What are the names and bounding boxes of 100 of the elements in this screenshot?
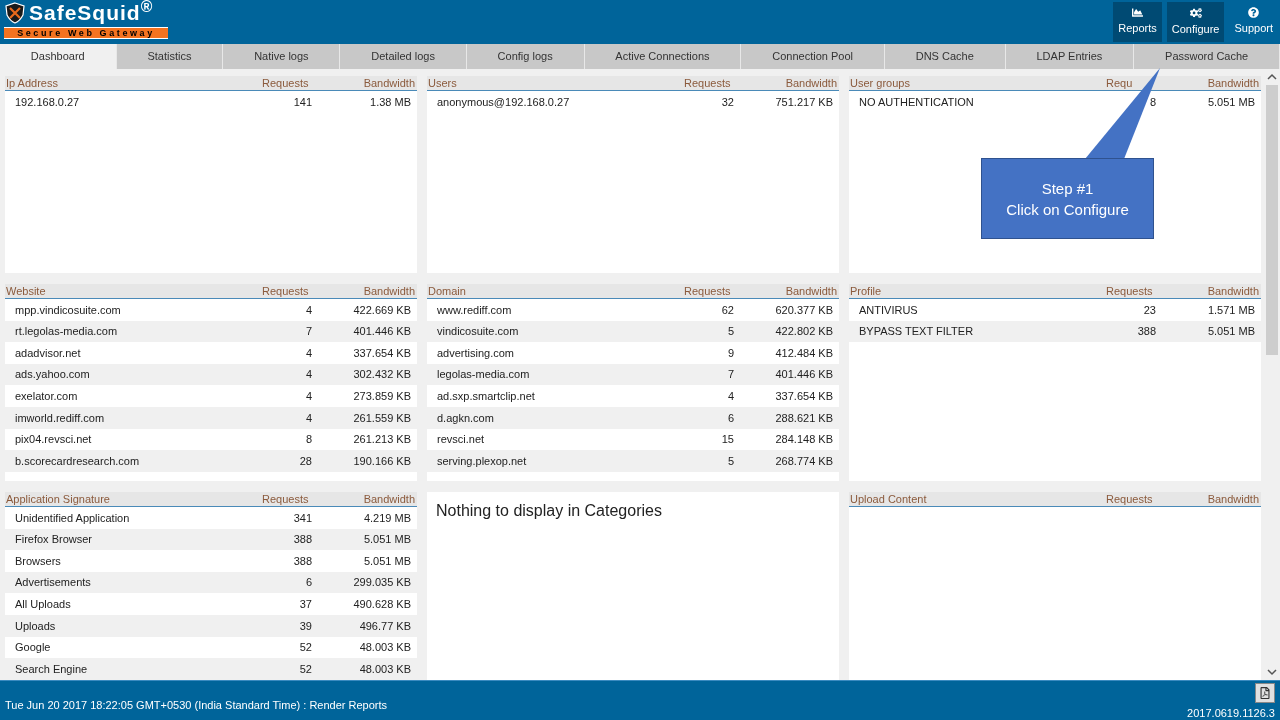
column-header: Bandwidth	[363, 76, 415, 89]
table-cell: 288.621 KB	[775, 411, 833, 424]
tab[interactable]: Connection Pool	[741, 44, 885, 69]
table-cell-text: Uploads	[14, 618, 57, 634]
table-cell-text: vindicosuite.com	[436, 324, 520, 340]
column-header: Bandwidth	[785, 284, 837, 297]
scroll-up-icon[interactable]	[1267, 73, 1277, 81]
column-header: Bandwidth	[363, 492, 415, 505]
table-cell: 337.654 KB	[775, 389, 833, 402]
table-cell-text: Search Engine	[14, 661, 89, 677]
table-cell: 490.628 KB	[353, 597, 411, 610]
pdf-icon	[1259, 687, 1271, 699]
table-cell-text: Firefox Browser	[14, 532, 94, 548]
table-cell: 261.559 KB	[353, 411, 411, 424]
table-cell: 261.213 KB	[353, 433, 411, 446]
callout-text: Click on Configure	[1006, 199, 1129, 220]
table-cell: 6	[727, 411, 734, 424]
table-cell: 284.148 KB	[775, 433, 833, 446]
table-cell: 4	[305, 411, 312, 424]
tab[interactable]: Password Cache	[1134, 44, 1280, 69]
table-cell: 5.051 MB	[363, 533, 411, 546]
table-cell: 23	[1143, 303, 1156, 316]
configure-button[interactable]: Configure	[1166, 2, 1225, 42]
column-header: Domain	[427, 284, 467, 299]
table-cell: 4	[305, 389, 312, 402]
chart-icon	[1132, 7, 1143, 19]
help-icon	[1248, 7, 1260, 19]
table-cell: 751.217 KB	[775, 95, 833, 108]
scrollbar-thumb[interactable]	[1266, 85, 1278, 355]
table-cell: 401.446 KB	[775, 368, 833, 381]
column-header: Requests	[1106, 284, 1153, 297]
tab[interactable]: Active Connections	[584, 44, 742, 69]
column-header: Ip Address	[5, 76, 59, 91]
table-cell: 268.774 KB	[775, 454, 833, 467]
logo-text: SafeSquid$^{®}$	[29, 2, 154, 24]
table-cell-text: ANTIVIRUS	[858, 302, 919, 318]
column-header: Bandwidth	[363, 284, 415, 297]
column-header: Profile	[849, 284, 883, 299]
table-cell-text: All Uploads	[14, 596, 72, 612]
table-cell: 37	[299, 597, 312, 610]
table-cell-text: BYPASS TEXT FILTER	[858, 324, 975, 340]
reports-button[interactable]: Reports	[1113, 2, 1162, 42]
column-header: Requests	[684, 76, 731, 89]
table-cell: 496.77 KB	[359, 619, 411, 632]
table-cell: 341	[293, 511, 312, 524]
table-cell-text: imworld.rediff.com	[14, 410, 106, 426]
scroll-down-icon[interactable]	[1267, 668, 1277, 676]
table-cell: 8	[1149, 95, 1156, 108]
table-cell: 5.051 MB	[363, 554, 411, 567]
column-header: Bandwidth	[1207, 284, 1259, 297]
table-cell-text: ad.sxp.smartclip.net	[436, 388, 536, 404]
table-cell: 422.669 KB	[353, 303, 411, 316]
table-cell: 52	[299, 641, 312, 654]
table-cell: 48.003 KB	[359, 662, 411, 675]
table-cell-text: Google	[14, 640, 52, 656]
table-cell: 62	[721, 303, 734, 316]
tab[interactable]: Config logs	[466, 44, 585, 69]
support-button[interactable]: Support	[1229, 2, 1278, 42]
table-cell: 388	[1137, 325, 1156, 338]
logo-tagline: Secure Web Gateway	[4, 27, 168, 39]
table-cell-text: rt.legolas-media.com	[14, 324, 119, 340]
tab[interactable]: Detailed logs	[340, 44, 467, 69]
table-cell: 620.377 KB	[775, 303, 833, 316]
table-cell: 337.654 KB	[353, 346, 411, 359]
table-cell: 15	[721, 433, 734, 446]
table-cell: 52	[299, 662, 312, 675]
tab[interactable]: Native logs	[223, 44, 341, 69]
tab[interactable]: LDAP Entries	[1005, 44, 1135, 69]
table-cell: 141	[293, 95, 312, 108]
table-cell: 1.38 MB	[370, 95, 411, 108]
shield-logo-icon	[4, 2, 26, 24]
column-header: Requests	[262, 284, 309, 297]
table-cell: 190.166 KB	[353, 454, 411, 467]
column-header: Application Signature	[5, 492, 111, 507]
table-cell-text: legolas-media.com	[436, 367, 531, 383]
table-cell: 273.859 KB	[353, 389, 411, 402]
table-cell-text: exelator.com	[14, 388, 79, 404]
pdf-button[interactable]	[1255, 683, 1275, 703]
table-cell-text: Advertisements	[14, 575, 92, 591]
table-cell: 9	[727, 346, 734, 359]
tab[interactable]: Statistics	[116, 44, 224, 69]
column-header: Upload Content	[849, 492, 928, 507]
table-cell-text: adadvisor.net	[14, 345, 82, 361]
table-cell-text: Browsers	[14, 553, 62, 569]
table-cell: 7	[727, 368, 734, 381]
status-text: Tue Jun 20 2017 18:22:05 GMT+0530 (India Standard Time) : Render Reports	[4, 697, 388, 713]
table-cell: 5	[727, 325, 734, 338]
table-cell: 4	[727, 389, 734, 402]
table-cell: 412.484 KB	[775, 346, 833, 359]
table-cell: 401.446 KB	[353, 325, 411, 338]
table-cell: 4	[305, 303, 312, 316]
table-cell: 4	[305, 368, 312, 381]
table-cell: 7	[305, 325, 312, 338]
table-cell-text: b.scorecardresearch.com	[14, 453, 141, 469]
table-cell-text: www.rediff.com	[436, 302, 513, 318]
column-header: Users	[427, 76, 458, 91]
tab[interactable]: DNS Cache	[884, 44, 1006, 69]
table-cell: 422.802 KB	[775, 325, 833, 338]
column-header: Bandwidth	[785, 76, 837, 89]
table-cell-text: d.agkn.com	[436, 410, 495, 426]
